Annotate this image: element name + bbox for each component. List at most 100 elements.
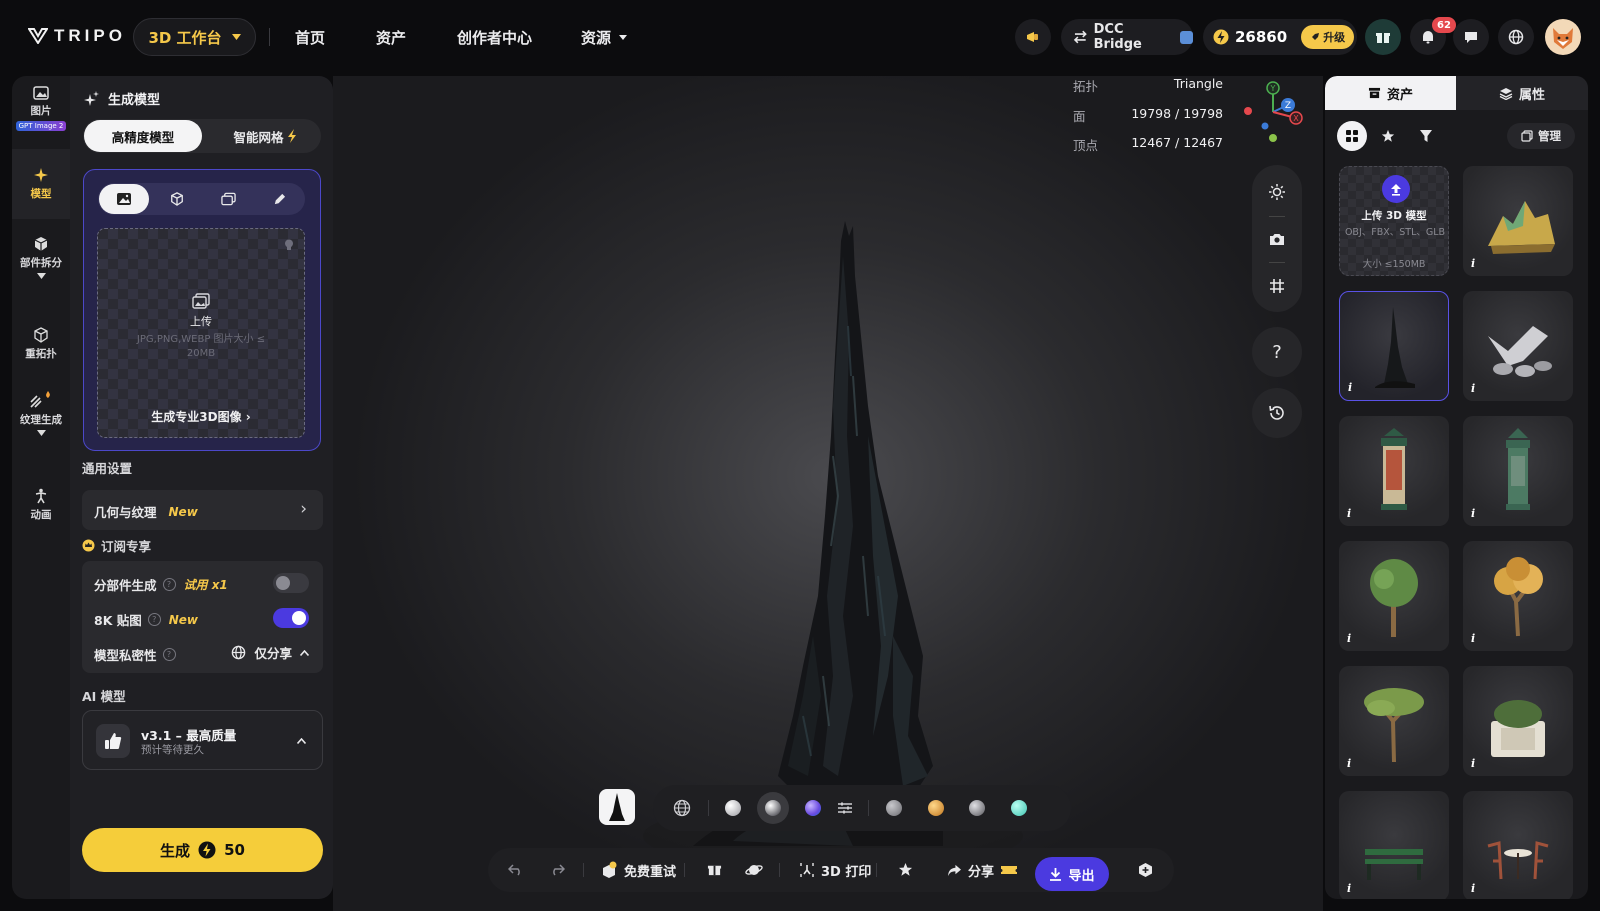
input-batch-images[interactable] [203,184,253,214]
star-icon[interactable] [898,862,913,877]
asset-tile-planter[interactable]: i [1463,666,1573,776]
rail-item-model[interactable]: 模型 [12,149,70,219]
camera-icon[interactable] [1269,232,1285,246]
8k-texture-toggle[interactable] [273,608,309,628]
info-icon[interactable]: i [1471,382,1475,395]
adjust-sliders-icon[interactable] [837,801,853,815]
nav-home[interactable]: 首页 [295,27,325,48]
matcap-chrome-button[interactable] [757,792,789,824]
material-gold-button[interactable] [928,800,944,816]
wireframe-globe-icon[interactable] [673,799,691,817]
3d-print-button[interactable]: 3D 打印 [799,848,871,892]
geometry-texture-row[interactable]: 几何与纹理 New › [82,490,323,530]
manage-button[interactable]: 管理 [1507,123,1575,149]
grid-crop-icon[interactable] [1269,278,1285,294]
input-multi-view[interactable] [152,184,202,214]
info-icon[interactable]: i [1347,507,1351,520]
lightbulb-icon[interactable] [284,239,294,251]
credits-pill[interactable]: 26860 升级 [1203,19,1357,55]
workspace-dropdown[interactable]: 3D 工作台 [133,18,256,56]
free-retry-button[interactable]: 免费重试 [600,848,676,892]
help-icon[interactable]: ? [162,648,176,661]
spire-model-thumbnail [1375,307,1415,388]
rail-item-part-split[interactable]: 部件拆分 [12,236,70,279]
help-tool-button[interactable]: ? [1252,327,1302,377]
gift-button[interactable] [1365,19,1401,55]
rail-item-texture[interactable]: 纹理生成 [12,389,70,436]
share-button[interactable]: 分享 [947,848,1018,892]
gift-icon[interactable] [707,862,722,877]
asset-tile-cafe-set[interactable]: i [1463,791,1573,899]
part-generation-toggle[interactable] [273,573,309,593]
help-icon[interactable]: ? [162,578,176,591]
dcc-bridge-button[interactable]: DCC Bridge [1061,19,1193,55]
history-tool-button[interactable] [1252,388,1302,438]
rail-item-image[interactable]: 图片 GPT Image 2 [12,86,70,131]
announcement-button[interactable] [1015,19,1051,55]
asset-tile-spire-selected[interactable]: i [1339,291,1449,401]
matcap-iridescent-button[interactable] [805,800,821,816]
asset-tile-acacia-tree[interactable]: i [1339,666,1449,776]
grid-view-button[interactable] [1337,121,1367,151]
info-icon[interactable]: i [1347,882,1351,895]
redo-icon[interactable] [549,864,565,876]
asset-tile-landscape[interactable]: i [1463,166,1573,276]
model-thumbnail-chip[interactable] [599,789,635,825]
info-icon[interactable]: i [1347,632,1351,645]
privacy-dropdown[interactable]: 仅分享 [231,643,309,662]
filter-icon[interactable] [1419,129,1433,143]
info-icon[interactable]: i [1471,257,1475,270]
info-icon[interactable]: i [1348,381,1352,394]
input-text-prompt[interactable] [254,184,304,214]
user-avatar[interactable] [1545,19,1581,55]
rail-item-animation[interactable]: 动画 [12,488,70,522]
stat-vertices: 顶点 12467 / 12467 [1073,135,1223,154]
tripo-logo[interactable]: TRIPO [28,26,126,46]
nav-resources[interactable]: 资源 [581,27,628,48]
matcap-white-button[interactable] [725,800,741,816]
generate-pro-3d-image-link[interactable]: 生成专业3D图像 › [98,408,304,425]
asset-tile-green-kiosk[interactable]: i [1463,416,1573,526]
info-icon[interactable]: i [1471,507,1475,520]
input-single-image[interactable] [99,184,149,214]
upload-3d-model-tile[interactable]: 上传 3D 模型 OBJ、FBX、STL、GLB 大小 ≤150MB [1339,166,1449,276]
generate-button[interactable]: 生成 50 [82,828,323,872]
asset-tile-lantern-kiosk[interactable]: i [1339,416,1449,526]
tab-smart-mesh[interactable]: 智能网格 [211,120,319,152]
favorites-star-icon[interactable] [1381,129,1395,143]
free-retry-label: 免费重试 [624,864,677,880]
asset-tile-round-tree[interactable]: i [1339,541,1449,651]
hex-shield-icon[interactable] [1138,862,1153,878]
tab-high-precision-label: 高精度模型 [111,129,175,145]
dropzone-content: 上传 JPG,PNG,WEBP 图片大小 ≤ 20MB [98,293,304,361]
info-icon[interactable]: i [1471,757,1475,770]
toolbar-divider [868,800,869,816]
support-button[interactable] [1453,19,1489,55]
nav-assets[interactable]: 资产 [376,27,406,48]
gift-icon [1376,33,1390,43]
ai-model-selector[interactable]: v3.1 – 最高质量 预计等待更久 [82,710,323,770]
tab-high-precision[interactable]: 高精度模型 [84,120,202,152]
asset-tile-birds[interactable]: i [1463,291,1573,401]
info-icon[interactable]: i [1347,757,1351,770]
material-metal-button[interactable] [969,800,985,816]
tab-properties[interactable]: 属性 [1456,76,1588,110]
asset-tile-bench[interactable]: i [1339,791,1449,899]
info-icon[interactable]: i [1471,882,1475,895]
tab-assets[interactable]: 资产 [1325,76,1456,110]
lighting-icon[interactable] [1268,183,1286,201]
material-teal-button[interactable] [1011,800,1027,816]
axis-gizmo[interactable]: Y Z X [1238,80,1308,150]
material-grey-button[interactable] [886,800,902,816]
upgrade-button[interactable]: 升级 [1301,25,1355,49]
planet-icon[interactable] [745,862,763,878]
rail-item-retopology[interactable]: 重拓扑 [12,327,70,361]
undo-icon[interactable] [508,864,524,876]
asset-tile-autumn-tree[interactable]: i [1463,541,1573,651]
language-button[interactable] [1498,19,1534,55]
help-icon[interactable]: ? [147,613,161,626]
info-icon[interactable]: i [1471,632,1475,645]
nav-creator-center[interactable]: 创作者中心 [457,27,532,48]
export-button[interactable]: 导出 [1035,857,1109,891]
image-dropzone[interactable]: 上传 JPG,PNG,WEBP 图片大小 ≤ 20MB 生成专业3D图像 › [97,228,305,438]
